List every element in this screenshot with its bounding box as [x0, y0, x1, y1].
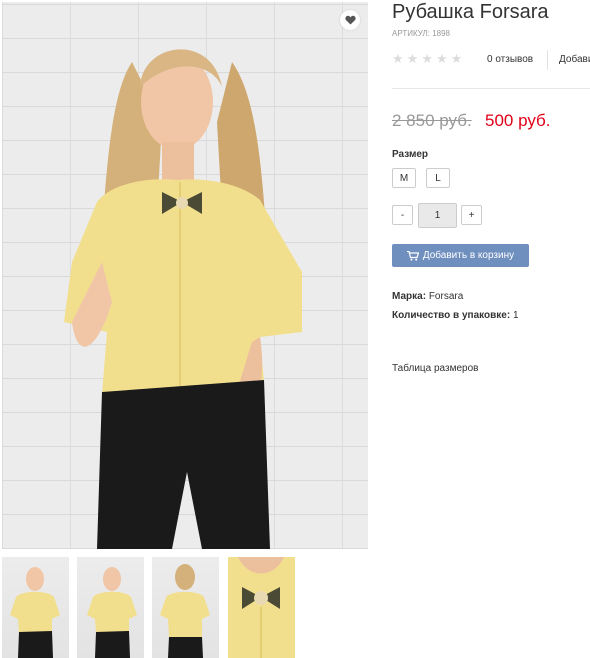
star-icon: ★ — [435, 51, 448, 66]
star-icon: ★ — [406, 51, 419, 66]
star-icon: ★ — [392, 51, 404, 66]
thumbnail-3[interactable] — [152, 557, 219, 658]
thumbnail-2[interactable] — [77, 557, 144, 658]
thumbnail-image — [87, 567, 137, 658]
brand-property: Марка: Forsara — [392, 291, 463, 302]
cart-icon — [406, 250, 419, 261]
product-title: Рубашка Forsara — [392, 1, 549, 23]
add-review-link[interactable]: Добавить отзыв — [559, 54, 590, 65]
add-to-cart-label: Добавить в корзину — [422, 250, 515, 261]
star-icon: ★ — [421, 51, 433, 66]
size-table-link[interactable]: Таблица размеров — [392, 363, 478, 374]
quantity-decrease-button[interactable]: - — [392, 205, 413, 225]
thumbnail-strip — [2, 557, 302, 658]
pack-quantity-label: Количество в упаковке: — [392, 310, 511, 321]
thumbnail-image — [228, 557, 295, 658]
brand-value: Forsara — [428, 291, 464, 302]
divider — [392, 88, 590, 89]
wishlist-button[interactable] — [340, 10, 360, 30]
thumbnail-image — [160, 564, 210, 658]
heart-icon — [344, 15, 356, 25]
quantity-increase-button[interactable]: + — [461, 205, 482, 225]
product-sku: АРТИКУЛ: 1898 — [392, 29, 451, 38]
main-product-photo[interactable] — [2, 2, 368, 549]
pack-quantity-value: 1 — [512, 310, 519, 321]
reviews-link[interactable]: 0 отзывов — [487, 54, 533, 65]
pack-quantity-property: Количество в упаковке: 1 — [392, 310, 519, 321]
current-price: 500 руб. — [485, 111, 551, 130]
thumbnail-4[interactable] — [228, 557, 295, 658]
star-icon: ★ — [450, 51, 463, 66]
add-to-cart-button[interactable]: Добавить в корзину — [392, 244, 529, 267]
size-option-m[interactable]: M — [392, 168, 416, 188]
size-label: Размер — [392, 149, 429, 160]
size-option-l[interactable]: L — [426, 168, 450, 188]
quantity-input[interactable] — [418, 203, 457, 228]
brand-label: Марка: — [392, 291, 427, 302]
model-photo-illustration — [64, 49, 302, 549]
thumbnail-image — [10, 567, 60, 658]
thumbnail-1[interactable] — [2, 557, 69, 658]
rating-stars[interactable]: ★ ★ ★ ★ ★ — [392, 52, 462, 65]
old-price: 2 850 руб. — [392, 111, 472, 130]
divider — [547, 50, 548, 70]
